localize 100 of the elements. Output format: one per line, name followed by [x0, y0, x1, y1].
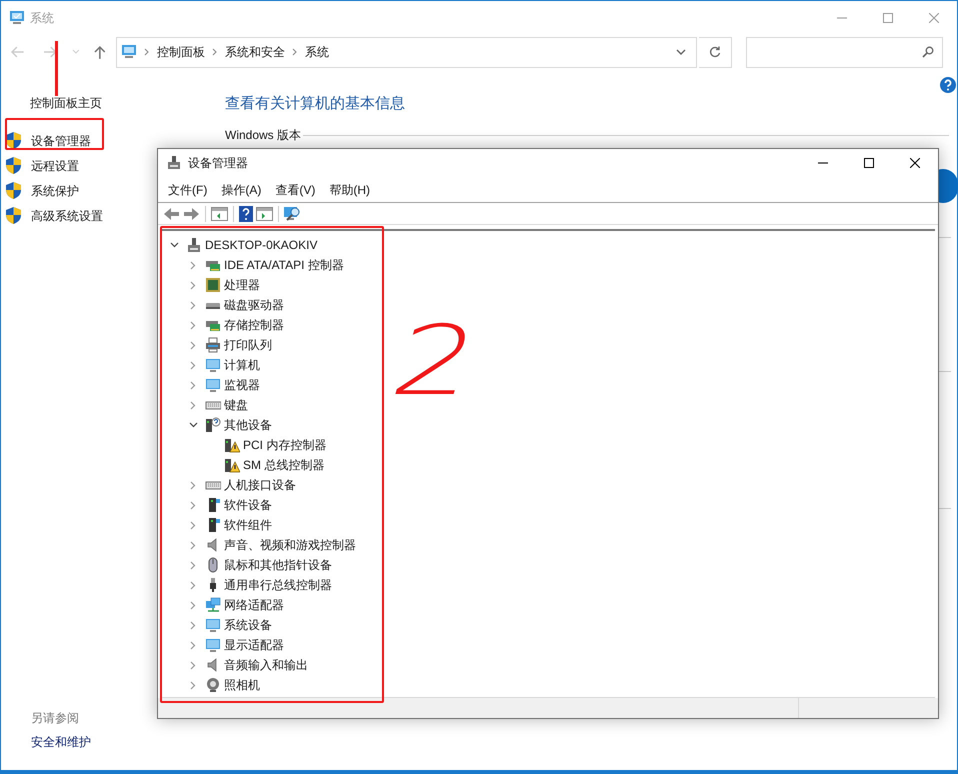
expand-caret-icon[interactable] — [190, 620, 196, 630]
panel-icon[interactable] — [211, 206, 228, 220]
expand-caret-icon[interactable] — [190, 640, 196, 650]
shield-icon — [6, 182, 21, 199]
network-icon — [205, 597, 221, 613]
sidebar-link[interactable]: 设备管理器 — [31, 132, 91, 150]
page-heading: 查看有关计算机的基本信息 — [225, 94, 406, 114]
tree-item[interactable]: 软件设备 — [224, 496, 272, 514]
computer-icon — [120, 45, 137, 59]
expand-caret-icon[interactable] — [190, 320, 196, 330]
tree-item[interactable]: 照相机 — [224, 676, 260, 694]
collapse-caret-icon[interactable] — [170, 242, 178, 248]
menu-item[interactable]: 操作(A) — [215, 180, 268, 198]
tree-item[interactable]: DESKTOP-0KAOKIV — [205, 236, 318, 254]
section-heading: Windows 版本 — [225, 127, 302, 144]
expand-caret-icon[interactable] — [190, 580, 196, 590]
forward-icon[interactable] — [42, 46, 56, 58]
monitor-icon — [205, 357, 221, 373]
expand-caret-icon[interactable] — [190, 340, 196, 350]
menu-item[interactable]: 查看(V) — [269, 180, 322, 198]
tree-item[interactable]: 软件组件 — [224, 516, 272, 534]
up-arrow-icon[interactable] — [94, 45, 106, 59]
search-field[interactable] — [746, 36, 943, 68]
help-icon[interactable] — [239, 206, 253, 222]
sidebar-link[interactable]: 控制面板主页 — [6, 93, 219, 113]
expand-caret-icon[interactable] — [190, 400, 196, 410]
tree-item[interactable]: 处理器 — [224, 276, 260, 294]
expand-caret-icon[interactable] — [190, 560, 196, 570]
tree-item[interactable]: 键盘 — [224, 396, 248, 414]
annotation-label: 2 — [382, 313, 488, 409]
expand-caret-icon[interactable] — [190, 600, 196, 610]
menu-item[interactable]: 帮助(H) — [323, 180, 376, 198]
webcam-icon — [205, 677, 221, 693]
expand-caret-icon[interactable] — [190, 520, 196, 530]
sidebar-link[interactable]: 远程设置 — [31, 156, 79, 174]
tree-item[interactable]: 磁盘驱动器 — [224, 296, 284, 314]
unknown-device-icon — [205, 417, 221, 433]
expand-caret-icon[interactable] — [190, 540, 196, 550]
warning-device-icon — [224, 457, 240, 473]
tree-item[interactable]: 网络适配器 — [224, 596, 284, 614]
chevron-down-icon[interactable] — [676, 49, 686, 55]
tree-item[interactable]: 监视器 — [224, 376, 260, 394]
expand-caret-icon[interactable] — [190, 260, 196, 270]
chevron-right-icon — [212, 48, 218, 56]
tree-item[interactable]: 打印队列 — [224, 336, 272, 354]
help-icon[interactable] — [940, 77, 956, 93]
sidebar-link[interactable]: 高级系统设置 — [31, 206, 103, 224]
breadcrumb-item[interactable]: 系统和安全 — [224, 43, 285, 61]
expand-caret-icon[interactable] — [190, 280, 196, 290]
refresh-button[interactable] — [698, 36, 732, 68]
sidebar-link[interactable]: 安全和维护 — [31, 732, 91, 752]
back-icon[interactable] — [11, 46, 25, 58]
window-title: 系统 — [30, 10, 54, 27]
tree-item[interactable]: 声音、视频和游戏控制器 — [224, 536, 356, 554]
expand-caret-icon[interactable] — [190, 660, 196, 670]
shield-icon — [6, 132, 21, 149]
chevron-right-icon — [292, 48, 298, 56]
expand-caret-icon[interactable] — [190, 480, 196, 490]
tree-item[interactable]: SM 总线控制器 — [243, 456, 324, 474]
breadcrumb-item[interactable]: 控制面板 — [156, 43, 205, 61]
chip-icon — [205, 277, 221, 293]
tree-item[interactable]: 其他设备 — [224, 416, 272, 434]
refresh-icon — [708, 46, 721, 58]
close-icon[interactable] — [910, 158, 920, 168]
tree-item[interactable]: 存储控制器 — [224, 316, 284, 334]
expand-caret-icon[interactable] — [190, 680, 196, 690]
maximize-icon[interactable] — [864, 158, 874, 168]
shield-icon — [6, 157, 21, 174]
printer-icon — [205, 337, 221, 353]
tree-item[interactable]: 显示适配器 — [224, 636, 284, 654]
breadcrumb-item[interactable]: 系统 — [304, 43, 329, 61]
expand-caret-icon[interactable] — [190, 300, 196, 310]
tree-item[interactable]: PCI 内存控制器 — [243, 436, 326, 454]
expand-caret-icon[interactable] — [190, 380, 196, 390]
forward-icon[interactable] — [183, 206, 200, 220]
window-title: 设备管理器 — [188, 155, 248, 172]
computer-icon — [9, 11, 25, 25]
sidebar-link[interactable]: 系统保护 — [31, 182, 79, 200]
menu-item[interactable]: 文件(F) — [162, 180, 214, 198]
tree-item[interactable]: 计算机 — [224, 356, 260, 374]
collapse-caret-icon[interactable] — [188, 422, 198, 428]
search-icon — [922, 46, 934, 58]
see-also-heading: 另请参阅 — [31, 710, 80, 727]
tree-item[interactable]: 鼠标和其他指针设备 — [224, 556, 332, 574]
warning-device-icon — [224, 437, 240, 453]
back-icon[interactable] — [163, 206, 180, 220]
tree-item[interactable]: 音频输入和输出 — [224, 656, 308, 674]
expand-caret-icon[interactable] — [190, 360, 196, 370]
tree-item[interactable]: 通用串行总线控制器 — [224, 576, 332, 594]
address-bar[interactable]: 控制面板 系统和安全 系统 — [116, 36, 697, 68]
monitor-search-icon[interactable] — [284, 206, 301, 222]
tree-item[interactable]: 人机接口设备 — [224, 476, 296, 494]
panel-icon[interactable] — [256, 206, 273, 220]
tree-item[interactable]: IDE ATA/ATAPI 控制器 — [224, 256, 344, 274]
expand-caret-icon[interactable] — [190, 500, 196, 510]
monitor-icon — [205, 617, 221, 633]
monitor-icon — [205, 637, 221, 653]
monitor-icon — [205, 377, 221, 393]
device-icon — [167, 156, 181, 170]
tree-item[interactable]: 系统设备 — [224, 616, 272, 634]
